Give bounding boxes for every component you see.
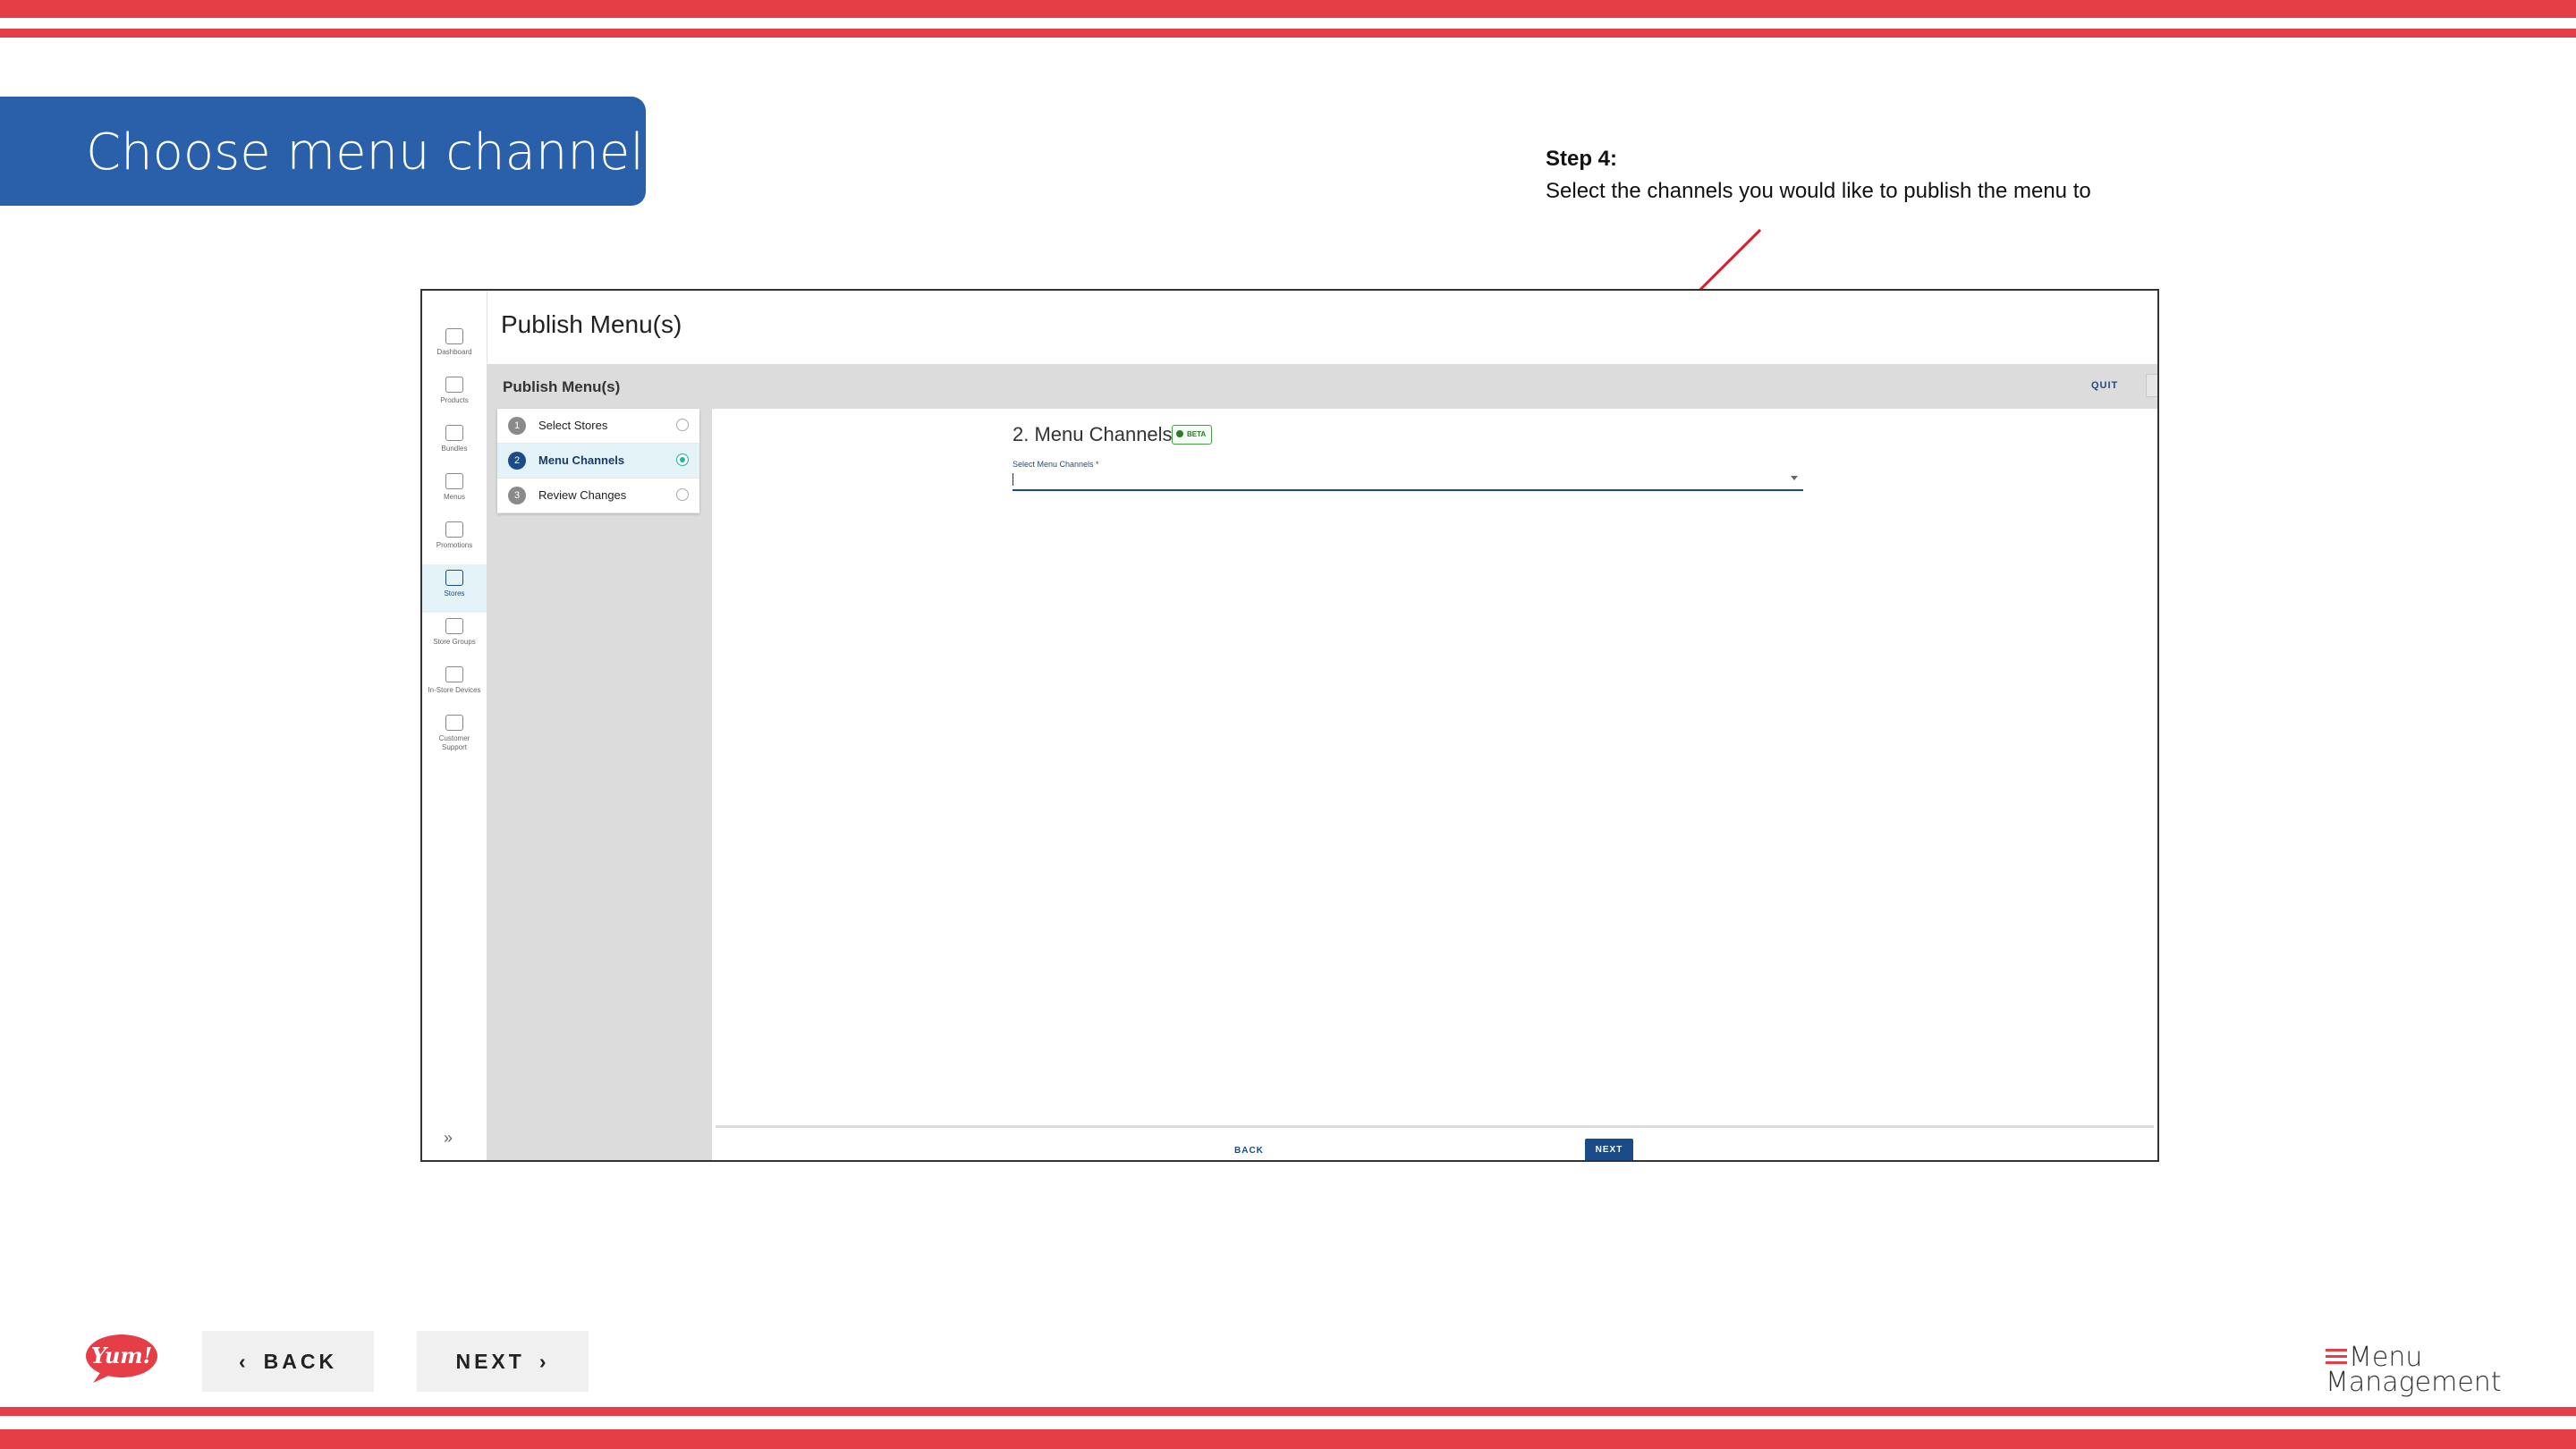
step-number: 2	[508, 452, 526, 470]
rail-item-menus[interactable]: Menus	[422, 473, 487, 501]
home-icon	[445, 328, 463, 344]
steps-card: 1 Select Stores 2 Menu Channels 3 Review…	[497, 409, 699, 513]
quit-button[interactable]: QUIT	[2091, 380, 2118, 391]
rail-item-products[interactable]: Products	[422, 377, 487, 404]
menu-channels-label: Select Menu Channels *	[1013, 460, 1099, 469]
rail-item-store-groups[interactable]: Store Groups	[422, 618, 487, 646]
beta-badge: BETA	[1172, 425, 1213, 445]
slide-title: Choose menu channel	[86, 123, 644, 182]
expand-rail-icon[interactable]: »	[444, 1129, 453, 1148]
menu-channels-select[interactable]	[1013, 471, 1803, 491]
person-icon	[445, 715, 463, 731]
step-radio	[676, 419, 689, 431]
rail-item-dashboard[interactable]: Dashboard	[422, 328, 487, 356]
store-icon	[445, 570, 463, 586]
dropdown-arrow-icon[interactable]	[1791, 476, 1798, 480]
box-icon	[445, 377, 463, 393]
rail-item-stores[interactable]: Stores	[422, 564, 487, 613]
step-radio	[676, 453, 689, 466]
slide-next-button[interactable]: NEXT ›	[417, 1331, 589, 1392]
app-back-button[interactable]: BACK	[1234, 1146, 1264, 1156]
app-page-title: Publish Menu(s)	[501, 310, 682, 338]
publish-button[interactable]: PUBLISH	[2146, 374, 2157, 397]
slide-title-box: Choose menu channel	[0, 97, 646, 206]
step-menu-channels[interactable]: 2 Menu Channels	[497, 444, 699, 479]
step-label: Select Stores	[538, 419, 608, 432]
step-instruction: Step 4: Select the channels you would li…	[1546, 147, 2091, 204]
svg-text:Yum!: Yum!	[91, 1343, 152, 1368]
tag-icon	[445, 521, 463, 538]
chevron-left-icon: ‹	[238, 1349, 250, 1373]
step-label: Review Changes	[538, 488, 627, 502]
rail-item-promotions[interactable]: Promotions	[422, 521, 487, 549]
main-content: 2. Menu Channels BETA Select Menu Channe…	[712, 409, 2157, 1160]
top-stripe-1	[0, 0, 2576, 18]
bottom-stripe-2	[0, 1429, 2576, 1449]
app-next-button[interactable]: NEXT	[1585, 1139, 1633, 1160]
top-stripe-2	[0, 29, 2576, 38]
bottom-stripe-1	[0, 1407, 2576, 1416]
yum-logo: Yum!	[86, 1335, 157, 1383]
monitor-icon	[445, 666, 463, 682]
footer-divider	[716, 1125, 2154, 1128]
rail-item-customer-support[interactable]: Customer Support	[422, 715, 487, 751]
rail-item-in-store-devices[interactable]: In-Store Devices	[422, 666, 487, 694]
rail-item-bundles[interactable]: Bundles	[422, 425, 487, 453]
step-number: 3	[508, 487, 526, 504]
step-review-changes[interactable]: 3 Review Changes	[497, 479, 699, 513]
beta-dot-icon	[1176, 430, 1183, 437]
menu-lines-icon	[2326, 1349, 2347, 1368]
steps-column: 1 Select Stores 2 Menu Channels 3 Review…	[487, 409, 712, 1160]
step-heading: Step 4:	[1546, 147, 1618, 171]
toolbar: Publish Menu(s) QUIT PUBLISH	[487, 364, 2157, 409]
step-label: Menu Channels	[538, 453, 625, 467]
chevron-right-icon: ›	[538, 1349, 550, 1373]
step-radio	[676, 488, 689, 501]
toolbar-title: Publish Menu(s)	[503, 378, 621, 395]
document-icon	[445, 473, 463, 489]
step-text: Select the channels you would like to pu…	[1546, 179, 2091, 203]
app-screenshot: Dashboard Products Bundles Menus Promoti…	[420, 289, 2159, 1162]
nav-rail: Dashboard Products Bundles Menus Promoti…	[422, 291, 487, 1160]
step-number: 1	[508, 417, 526, 435]
bundle-icon	[445, 425, 463, 441]
section-title: 2. Menu Channels	[1013, 423, 1173, 445]
step-select-stores[interactable]: 1 Select Stores	[497, 409, 699, 444]
slide-back-button[interactable]: ‹ BACK	[202, 1331, 374, 1392]
grid-icon	[445, 618, 463, 634]
